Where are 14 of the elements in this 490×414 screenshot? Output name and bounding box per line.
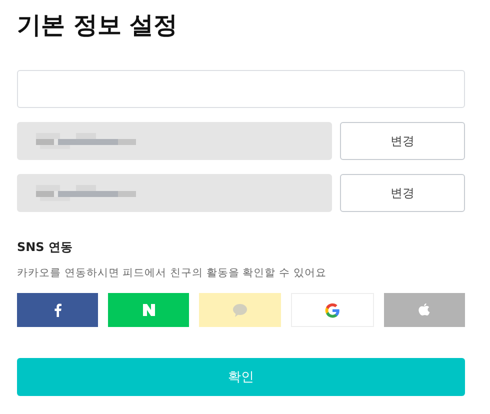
section-heading: SNS 연동 xyxy=(17,239,74,256)
page-title: 기본 정보 설정 xyxy=(17,10,179,41)
letter-f-icon xyxy=(54,303,62,317)
apple-icon xyxy=(418,303,430,317)
facebook-login-button[interactable] xyxy=(17,293,98,327)
kakao-login-button[interactable] xyxy=(199,293,281,327)
naver-login-button[interactable] xyxy=(108,293,190,327)
letter-n-icon xyxy=(142,304,155,316)
speech-bubble-icon xyxy=(233,304,247,316)
google-login-button[interactable] xyxy=(290,293,374,327)
letter-g-icon xyxy=(324,302,340,318)
section-description: 카카오를 연동하시면 피드에서 친구의 활동을 확인할 수 있어요 xyxy=(17,266,328,280)
input-field[interactable] xyxy=(17,70,465,108)
apple-login-button[interactable] xyxy=(384,293,466,327)
